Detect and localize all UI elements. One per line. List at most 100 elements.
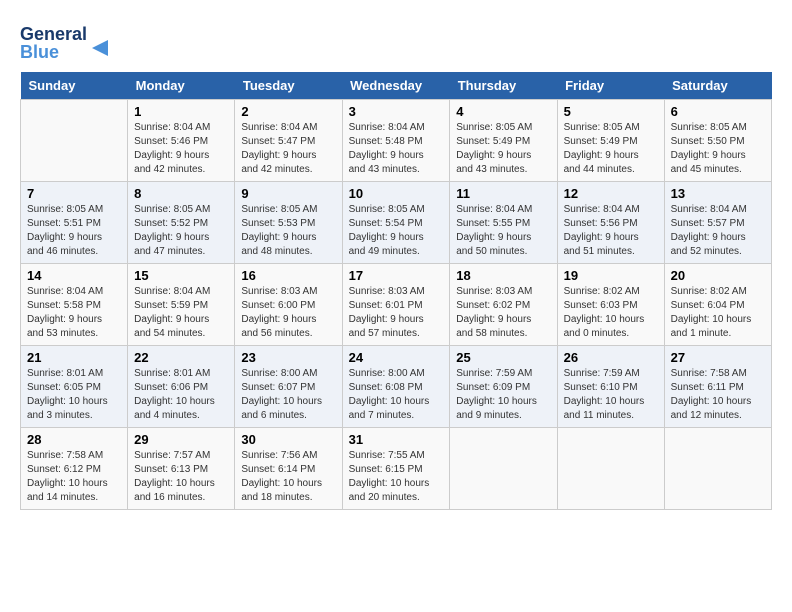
day-number: 5 [564,104,658,119]
day-info: Sunrise: 8:04 AM Sunset: 5:57 PM Dayligh… [671,203,765,259]
day-number: 8 [134,186,228,201]
weekday-header-thursday: Thursday [450,72,557,100]
calendar-cell [21,100,128,182]
calendar-week-row: 14 Sunrise: 8:04 AM Sunset: 5:58 PM Dayli… [21,264,772,346]
weekday-header-saturday: Saturday [664,72,771,100]
day-info: Sunrise: 8:04 AM Sunset: 5:48 PM Dayligh… [349,121,444,177]
day-number: 24 [349,350,444,365]
day-info: Sunrise: 7:59 AM Sunset: 6:10 PM Dayligh… [564,367,658,423]
calendar-cell: 28 Sunrise: 7:58 AM Sunset: 6:12 PM Dayli… [21,428,128,510]
day-number: 22 [134,350,228,365]
day-info: Sunrise: 8:05 AM Sunset: 5:51 PM Dayligh… [27,203,121,259]
day-number: 29 [134,432,228,447]
calendar-cell: 21 Sunrise: 8:01 AM Sunset: 6:05 PM Dayli… [21,346,128,428]
day-number: 30 [241,432,335,447]
calendar-cell: 1Sunrise: 8:04 AM Sunset: 5:46 PM Daylig… [128,100,235,182]
day-number: 13 [671,186,765,201]
svg-text:Blue: Blue [20,42,59,62]
calendar-cell [664,428,771,510]
day-info: Sunrise: 7:55 AM Sunset: 6:15 PM Dayligh… [349,449,444,505]
weekday-header-sunday: Sunday [21,72,128,100]
day-number: 4 [456,104,550,119]
calendar-cell: 9Sunrise: 8:05 AM Sunset: 5:53 PM Daylig… [235,182,342,264]
day-info: Sunrise: 7:58 AM Sunset: 6:12 PM Dayligh… [27,449,121,505]
calendar-cell: 29 Sunrise: 7:57 AM Sunset: 6:13 PM Dayli… [128,428,235,510]
weekday-header-wednesday: Wednesday [342,72,450,100]
svg-text:General: General [20,24,87,44]
calendar-cell: 26 Sunrise: 7:59 AM Sunset: 6:10 PM Dayli… [557,346,664,428]
day-info: Sunrise: 8:02 AM Sunset: 6:03 PM Dayligh… [564,285,658,341]
calendar-cell: 25 Sunrise: 7:59 AM Sunset: 6:09 PM Dayli… [450,346,557,428]
day-number: 28 [27,432,121,447]
day-info: Sunrise: 8:03 AM Sunset: 6:01 PM Dayligh… [349,285,444,341]
logo: General Blue [20,20,110,62]
day-info: Sunrise: 8:04 AM Sunset: 5:59 PM Dayligh… [134,285,228,341]
day-info: Sunrise: 8:02 AM Sunset: 6:04 PM Dayligh… [671,285,765,341]
day-number: 7 [27,186,121,201]
calendar-cell: 23 Sunrise: 8:00 AM Sunset: 6:07 PM Dayli… [235,346,342,428]
day-info: Sunrise: 8:05 AM Sunset: 5:52 PM Dayligh… [134,203,228,259]
day-number: 21 [27,350,121,365]
calendar-week-row: 1Sunrise: 8:04 AM Sunset: 5:46 PM Daylig… [21,100,772,182]
calendar-cell: 11Sunrise: 8:04 AM Sunset: 5:55 PM Dayli… [450,182,557,264]
calendar-cell: 24Sunrise: 8:00 AM Sunset: 6:08 PM Dayli… [342,346,450,428]
day-number: 18 [456,268,550,283]
calendar-cell: 19 Sunrise: 8:02 AM Sunset: 6:03 PM Dayli… [557,264,664,346]
calendar-cell: 18 Sunrise: 8:03 AM Sunset: 6:02 PM Dayli… [450,264,557,346]
day-number: 1 [134,104,228,119]
calendar-cell: 5 Sunrise: 8:05 AM Sunset: 5:49 PM Daylig… [557,100,664,182]
day-info: Sunrise: 8:05 AM Sunset: 5:54 PM Dayligh… [349,203,444,259]
day-info: Sunrise: 7:59 AM Sunset: 6:09 PM Dayligh… [456,367,550,423]
day-number: 15 [134,268,228,283]
calendar-cell: 15 Sunrise: 8:04 AM Sunset: 5:59 PM Dayli… [128,264,235,346]
day-number: 2 [241,104,335,119]
calendar-cell: 10Sunrise: 8:05 AM Sunset: 5:54 PM Dayli… [342,182,450,264]
day-info: Sunrise: 8:03 AM Sunset: 6:00 PM Dayligh… [241,285,335,341]
day-info: Sunrise: 8:00 AM Sunset: 6:07 PM Dayligh… [241,367,335,423]
day-info: Sunrise: 8:05 AM Sunset: 5:49 PM Dayligh… [456,121,550,177]
weekday-header-row: SundayMondayTuesdayWednesdayThursdayFrid… [21,72,772,100]
day-number: 19 [564,268,658,283]
day-number: 31 [349,432,444,447]
day-number: 27 [671,350,765,365]
day-info: Sunrise: 8:04 AM Sunset: 5:47 PM Dayligh… [241,121,335,177]
day-number: 11 [456,186,550,201]
calendar-cell: 31 Sunrise: 7:55 AM Sunset: 6:15 PM Dayli… [342,428,450,510]
calendar-cell: 4 Sunrise: 8:05 AM Sunset: 5:49 PM Daylig… [450,100,557,182]
day-info: Sunrise: 8:04 AM Sunset: 5:56 PM Dayligh… [564,203,658,259]
calendar-week-row: 28 Sunrise: 7:58 AM Sunset: 6:12 PM Dayli… [21,428,772,510]
calendar-week-row: 21 Sunrise: 8:01 AM Sunset: 6:05 PM Dayli… [21,346,772,428]
day-info: Sunrise: 8:04 AM Sunset: 5:58 PM Dayligh… [27,285,121,341]
day-number: 14 [27,268,121,283]
calendar-cell: 14 Sunrise: 8:04 AM Sunset: 5:58 PM Dayli… [21,264,128,346]
calendar-cell: 17 Sunrise: 8:03 AM Sunset: 6:01 PM Dayli… [342,264,450,346]
day-number: 26 [564,350,658,365]
day-info: Sunrise: 8:03 AM Sunset: 6:02 PM Dayligh… [456,285,550,341]
page-header: General Blue [20,20,772,62]
calendar-cell [450,428,557,510]
day-number: 3 [349,104,444,119]
day-number: 25 [456,350,550,365]
day-number: 6 [671,104,765,119]
day-info: Sunrise: 7:57 AM Sunset: 6:13 PM Dayligh… [134,449,228,505]
day-number: 12 [564,186,658,201]
day-number: 17 [349,268,444,283]
day-info: Sunrise: 8:05 AM Sunset: 5:49 PM Dayligh… [564,121,658,177]
calendar-cell: 7 Sunrise: 8:05 AM Sunset: 5:51 PM Daylig… [21,182,128,264]
calendar-cell: 6 Sunrise: 8:05 AM Sunset: 5:50 PM Daylig… [664,100,771,182]
day-info: Sunrise: 7:58 AM Sunset: 6:11 PM Dayligh… [671,367,765,423]
calendar-cell: 16 Sunrise: 8:03 AM Sunset: 6:00 PM Dayli… [235,264,342,346]
day-info: Sunrise: 8:01 AM Sunset: 6:05 PM Dayligh… [27,367,121,423]
day-number: 23 [241,350,335,365]
day-number: 9 [241,186,335,201]
calendar-table: SundayMondayTuesdayWednesdayThursdayFrid… [20,72,772,510]
calendar-cell: 20Sunrise: 8:02 AM Sunset: 6:04 PM Dayli… [664,264,771,346]
calendar-cell: 3 Sunrise: 8:04 AM Sunset: 5:48 PM Daylig… [342,100,450,182]
calendar-cell: 8 Sunrise: 8:05 AM Sunset: 5:52 PM Daylig… [128,182,235,264]
day-info: Sunrise: 7:56 AM Sunset: 6:14 PM Dayligh… [241,449,335,505]
calendar-week-row: 7 Sunrise: 8:05 AM Sunset: 5:51 PM Daylig… [21,182,772,264]
day-info: Sunrise: 8:05 AM Sunset: 5:50 PM Dayligh… [671,121,765,177]
calendar-cell: 27 Sunrise: 7:58 AM Sunset: 6:11 PM Dayli… [664,346,771,428]
day-number: 16 [241,268,335,283]
calendar-cell: 2 Sunrise: 8:04 AM Sunset: 5:47 PM Daylig… [235,100,342,182]
